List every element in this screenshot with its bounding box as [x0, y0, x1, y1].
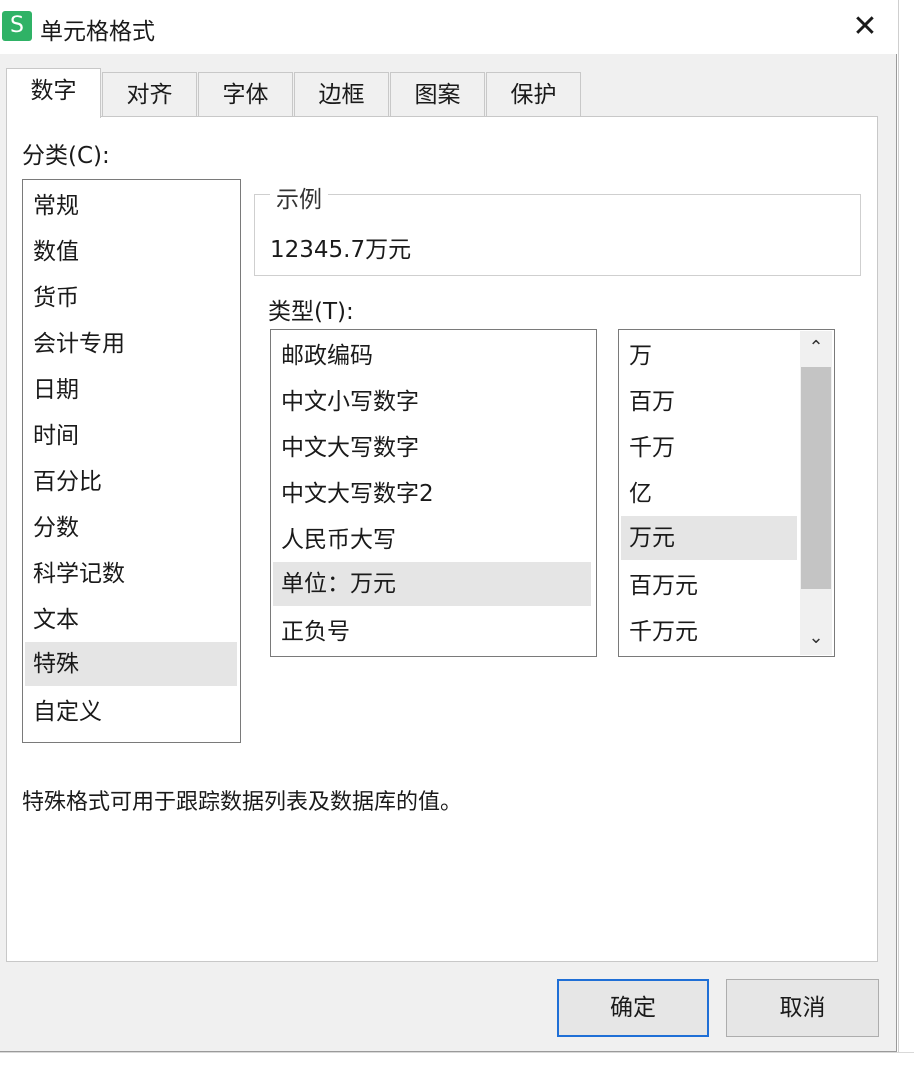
category-label: 分类(C): [22, 143, 110, 169]
wps-app-icon: S [2, 11, 32, 41]
category-item-general[interactable]: 常规 [25, 184, 237, 228]
category-item-fraction[interactable]: 分数 [25, 506, 237, 550]
category-item-custom[interactable]: 自定义 [25, 690, 237, 734]
dialog-title: 单元格格式 [40, 19, 155, 45]
sample-value: 12345.7万元 [270, 237, 412, 263]
chevron-up-icon[interactable]: ⌃ [800, 331, 832, 365]
category-item-scientific[interactable]: 科学记数 [25, 552, 237, 596]
type-item-postal-code[interactable]: 邮政编码 [273, 334, 591, 378]
type-item-rmb-uppercase[interactable]: 人民币大写 [273, 518, 591, 562]
tab-protection[interactable]: 保护 [486, 72, 581, 116]
category-item-currency[interactable]: 货币 [25, 276, 237, 320]
unit-item-qianwanyuan[interactable]: 千万元 [621, 610, 797, 654]
type-list[interactable]: 邮政编码 中文小写数字 中文大写数字 中文大写数字2 人民币大写 单位：万元 正… [270, 329, 597, 657]
category-item-special[interactable]: 特殊 [25, 642, 237, 686]
chevron-down-icon[interactable]: ⌄ [800, 621, 832, 655]
tab-font[interactable]: 字体 [198, 72, 293, 116]
type-item-plus-minus[interactable]: 正负号 [273, 610, 591, 654]
type-item-unit-wanyuan[interactable]: 单位：万元 [273, 562, 591, 606]
category-item-accounting[interactable]: 会计专用 [25, 322, 237, 366]
unit-list-scrollbar[interactable]: ⌃ ⌄ [800, 331, 832, 655]
format-description: 特殊格式可用于跟踪数据列表及数据库的值。 [22, 790, 463, 815]
type-item-chinese-lowercase[interactable]: 中文小写数字 [273, 380, 591, 424]
unit-item-yi[interactable]: 亿 [621, 472, 797, 516]
category-item-percentage[interactable]: 百分比 [25, 460, 237, 504]
category-item-time[interactable]: 时间 [25, 414, 237, 458]
unit-item-wan[interactable]: 万 [621, 334, 797, 378]
tab-border[interactable]: 边框 [294, 72, 389, 116]
ok-button[interactable]: 确定 [557, 979, 709, 1037]
scrollbar-thumb[interactable] [801, 367, 831, 589]
unit-item-baiwanyuan[interactable]: 百万元 [621, 564, 797, 608]
format-cells-dialog: S 单元格格式 ✕ 数字 对齐 字体 边框 图案 保护 分类(C): 常规 数值… [0, 0, 897, 1052]
category-item-text[interactable]: 文本 [25, 598, 237, 642]
spreadsheet-background-bottom [0, 1052, 914, 1069]
category-list[interactable]: 常规 数值 货币 会计专用 日期 时间 百分比 分数 科学记数 文本 特殊 自定… [22, 179, 241, 743]
sample-title: 示例 [270, 180, 328, 214]
category-item-date[interactable]: 日期 [25, 368, 237, 412]
tab-pattern[interactable]: 图案 [390, 72, 485, 116]
unit-item-baiwan[interactable]: 百万 [621, 380, 797, 424]
tab-bar: 数字 对齐 字体 边框 图案 保护 [6, 68, 606, 118]
tab-number[interactable]: 数字 [6, 68, 101, 118]
category-item-number[interactable]: 数值 [25, 230, 237, 274]
close-icon[interactable]: ✕ [838, 6, 892, 48]
unit-item-wanyuan[interactable]: 万元 [621, 516, 797, 560]
cancel-button[interactable]: 取消 [726, 979, 879, 1037]
tab-alignment[interactable]: 对齐 [102, 72, 197, 116]
spreadsheet-background-right [898, 0, 914, 1068]
type-item-chinese-uppercase-2[interactable]: 中文大写数字2 [273, 472, 591, 516]
unit-item-qianwan[interactable]: 千万 [621, 426, 797, 470]
type-label: 类型(T): [268, 299, 354, 325]
type-item-chinese-uppercase[interactable]: 中文大写数字 [273, 426, 591, 470]
title-bar: S 单元格格式 ✕ [0, 0, 897, 54]
